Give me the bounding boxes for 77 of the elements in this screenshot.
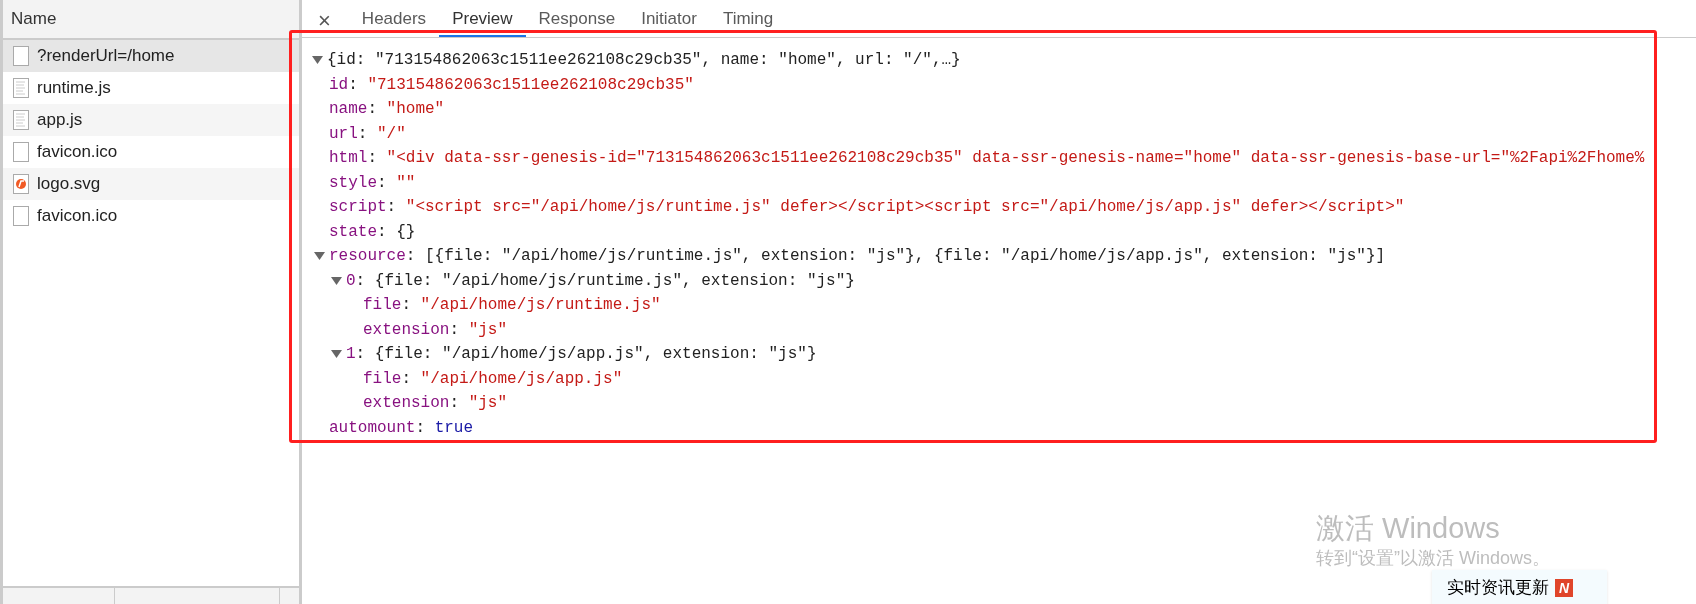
expand-triangle-icon[interactable] — [331, 349, 342, 360]
property-key: automount — [329, 415, 416, 440]
request-row[interactable]: app.js — [3, 104, 299, 136]
key-separator: : — [449, 319, 460, 341]
key-separator: : — [386, 197, 397, 218]
property-value: "" — [396, 172, 416, 194]
property-value: "js" — [468, 319, 508, 341]
request-row[interactable]: logo.svg — [3, 168, 299, 200]
blank-file-icon — [13, 206, 29, 226]
activation-message: 转到“设置”以激活 Windows。 — [1316, 547, 1550, 570]
news-badge: N — [1555, 579, 1573, 597]
tab[interactable]: Response — [525, 3, 629, 37]
property-key: file — [363, 366, 402, 391]
key-separator: : — [367, 148, 377, 169]
request-name: ?renderUrl=/home — [37, 45, 175, 68]
property-key: 0 — [346, 268, 356, 293]
request-name: favicon.ico — [37, 205, 118, 228]
news-label: 实时资讯更新 — [1447, 577, 1549, 600]
request-name: app.js — [37, 109, 83, 132]
object-summary: {id: "713154862063c1511ee262108c29cb35", name: "home", url: "/",…} — [327, 50, 961, 71]
property-value: "/" — [377, 123, 406, 145]
property-key: 1 — [346, 342, 356, 367]
property-value: "home" — [386, 99, 445, 120]
property-key: html — [329, 146, 368, 171]
text-file-icon — [13, 110, 29, 130]
property-key: extension — [363, 391, 450, 416]
key-separator: : — [355, 270, 366, 292]
property-value: {} — [396, 221, 416, 243]
text-file-icon — [13, 78, 29, 98]
property-key: state — [329, 219, 377, 244]
property-value: "<script src="/api/home/js/runtime.js" defer></script><script src="/api/home/js/app.js" defer></script>" — [405, 197, 1405, 218]
blank-file-icon — [13, 142, 29, 162]
tab[interactable]: Headers — [348, 3, 440, 37]
property-key: name — [329, 97, 368, 122]
property-value: "/api/home/js/app.js" — [420, 368, 623, 390]
request-name: runtime.js — [37, 77, 111, 100]
expand-triangle-icon[interactable] — [331, 275, 342, 286]
key-separator: : — [401, 295, 411, 316]
key-separator: : — [377, 172, 387, 194]
property-value: "js" — [468, 393, 508, 414]
property-value: true — [434, 417, 474, 439]
property-key: style — [329, 170, 377, 195]
request-name: logo.svg — [37, 173, 101, 196]
expand-triangle-icon[interactable] — [314, 251, 325, 262]
key-separator: : — [405, 246, 416, 267]
property-value: "<div data-ssr-genesis-id="713154862063c1511ee262108c29cb35" data-ssr-genesis-name="home" data-ssr-genesis-base-url="%2Fapi%2Fhome% — [386, 148, 1645, 169]
key-separator: : — [357, 123, 368, 145]
property-value: {file: "/api/home/js/app.js", extension: "js"} — [374, 344, 817, 365]
key-separator: : — [415, 417, 426, 439]
close-button[interactable]: × — [314, 5, 335, 37]
blank-file-icon — [13, 46, 29, 66]
request-row[interactable]: ?renderUrl=/home — [3, 40, 299, 72]
key-separator: : — [355, 344, 366, 365]
news-popup[interactable]: 实时资讯更新 N — [1432, 570, 1607, 604]
property-value: [{file: "/api/home/js/runtime.js", extension: "js"}, {file: "/api/home/js/app.js", extension: "js"}] — [425, 246, 1386, 267]
key-separator: : — [377, 221, 387, 243]
property-key: extension — [363, 317, 450, 342]
request-name: favicon.ico — [37, 141, 118, 164]
key-separator: : — [449, 393, 460, 414]
key-separator: : — [367, 99, 377, 120]
tab[interactable]: Timing — [709, 3, 787, 37]
tab[interactable]: Initiator — [628, 3, 710, 37]
image-file-icon — [13, 174, 29, 194]
property-value: "713154862063c1511ee262108c29cb35" — [367, 74, 694, 96]
property-key: resource — [329, 244, 406, 269]
key-separator: : — [401, 368, 411, 390]
property-value: "/api/home/js/runtime.js" — [420, 295, 661, 316]
activation-title: 激活 Windows — [1316, 511, 1501, 546]
key-separator: : — [348, 74, 358, 96]
name-column-header[interactable]: Name — [3, 0, 299, 40]
property-value: {file: "/api/home/js/runtime.js", extension: "js"} — [374, 270, 855, 292]
property-key: script — [329, 195, 387, 220]
property-key: url — [329, 121, 358, 146]
property-key: id — [329, 72, 349, 97]
expand-triangle-icon[interactable] — [312, 55, 323, 66]
tab[interactable]: Preview — [439, 3, 526, 37]
property-key: file — [363, 293, 402, 318]
